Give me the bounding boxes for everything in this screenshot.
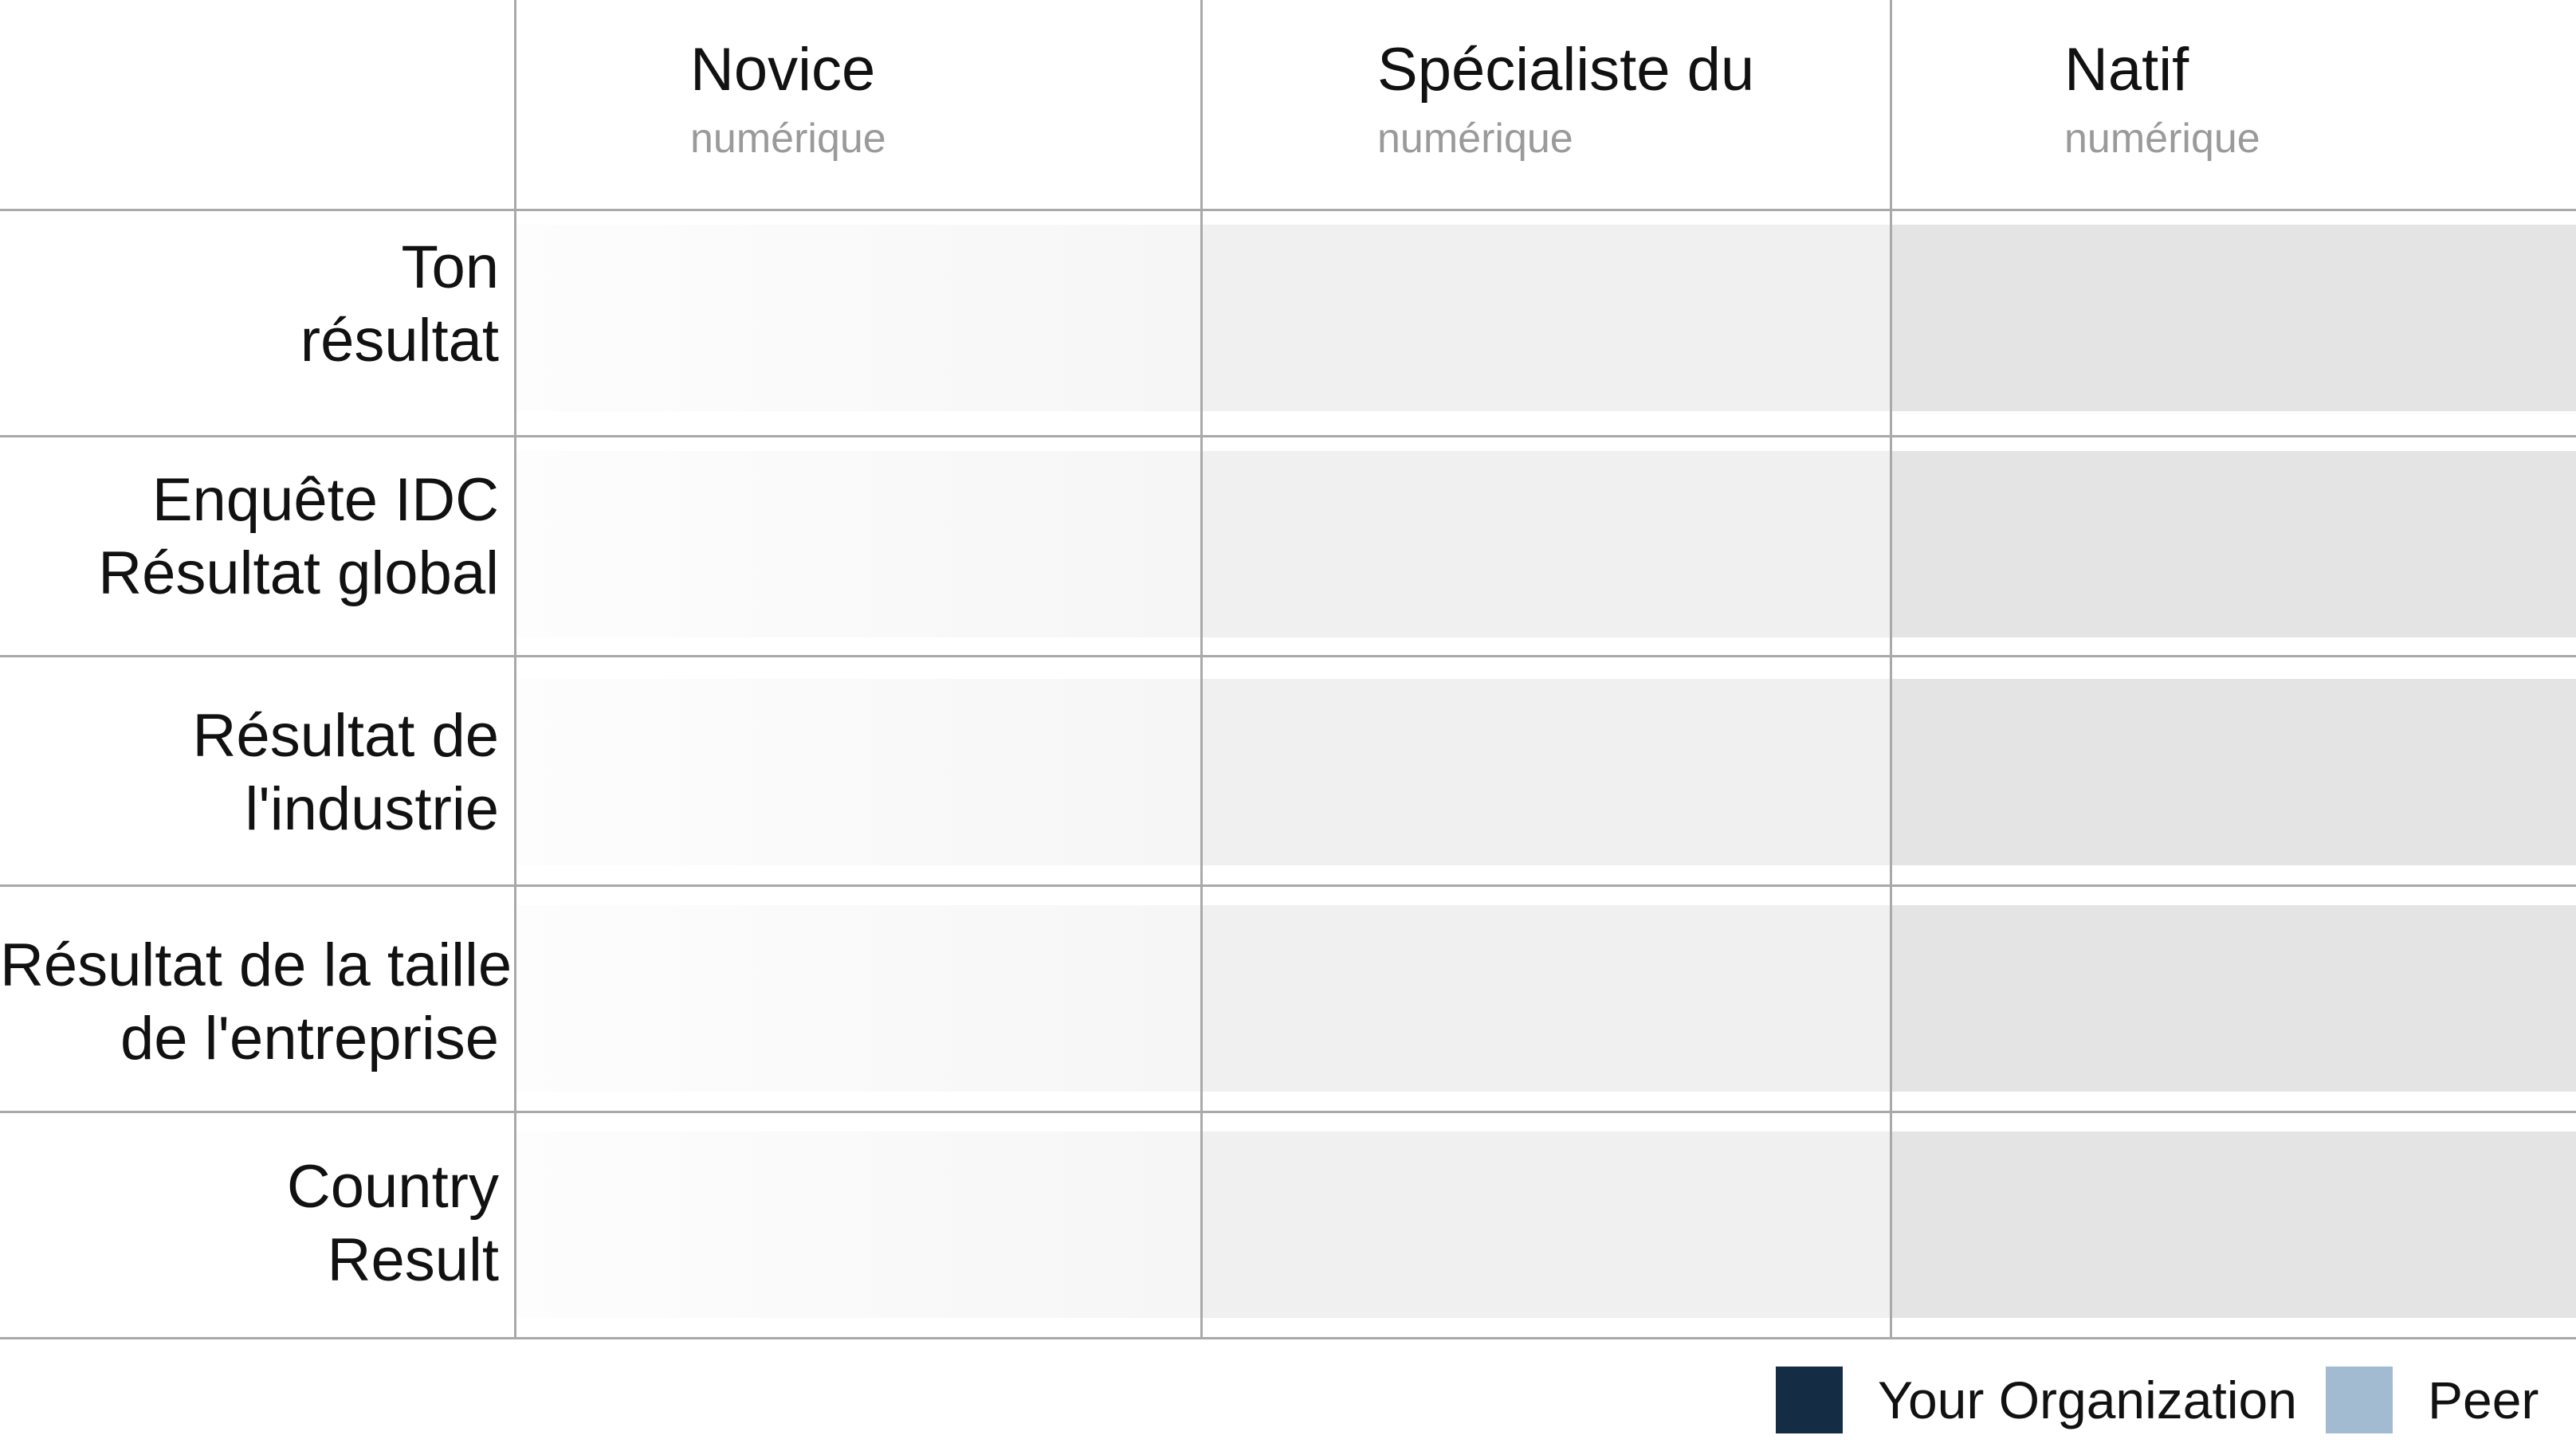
grid-line-horizontal [0, 655, 2576, 657]
row-label-country: Country Result [0, 1151, 499, 1297]
row-label-line: Résultat global [98, 539, 499, 607]
legend-label: Peer [2428, 1371, 2539, 1429]
row-label-line: de l'entreprise [120, 1005, 499, 1073]
row-label-company-size: Résultat de la taille de l'entreprise [0, 929, 512, 1076]
band-native-row-5 [1892, 1131, 2576, 1318]
band-specialist-row-5 [1203, 1131, 1890, 1318]
band-novice-row-4 [516, 905, 1200, 1092]
column-title: Natif [2064, 36, 2189, 104]
grid-line-horizontal [0, 435, 2576, 437]
column-subtitle: numérique [2064, 116, 2260, 162]
band-novice-row-1 [516, 225, 1200, 411]
row-label-line: résultat [300, 307, 499, 374]
column-header-native: Natif numérique [2064, 32, 2260, 191]
band-novice-row-5 [516, 1131, 1200, 1318]
legend-label: Your Organization [1878, 1371, 2297, 1429]
band-novice-row-3 [516, 679, 1200, 865]
band-specialist-row-4 [1203, 905, 1890, 1092]
column-title: Novice [690, 36, 876, 104]
grid-line-horizontal [0, 884, 2576, 887]
grid-line-horizontal [0, 1337, 2576, 1339]
row-label-line: Résultat de [192, 702, 499, 770]
row-label-line: Résultat de la taille [0, 931, 512, 999]
legend-swatch [1776, 1367, 1843, 1433]
column-subtitle: numérique [1377, 116, 1573, 162]
band-novice-row-2 [516, 451, 1200, 637]
column-header-novice: Novice numérique [690, 32, 886, 191]
row-label-line: Ton [401, 233, 499, 301]
row-label-line: Country [286, 1153, 499, 1221]
row-label-idc-survey: Enquête IDC Résultat global [0, 464, 499, 610]
column-subtitle: numérique [690, 116, 886, 162]
band-specialist-row-2 [1203, 451, 1890, 637]
grid-line-horizontal [0, 1111, 2576, 1113]
band-native-row-4 [1892, 905, 2576, 1092]
band-specialist-row-1 [1203, 225, 1890, 411]
band-specialist-row-3 [1203, 679, 1890, 865]
legend-swatch [2326, 1367, 2393, 1433]
column-header-specialist: Spécialiste du numérique [1377, 32, 1754, 191]
grid-line-vertical [514, 0, 516, 1339]
row-label-line: Result [327, 1226, 499, 1294]
grid-line-horizontal [0, 209, 2576, 211]
row-label-line: Enquête IDC [151, 466, 499, 534]
band-native-row-3 [1892, 679, 2576, 865]
legend-item-peer: Peer [2326, 1364, 2539, 1436]
maturity-chart: Novice numérique Spécialiste du numériqu… [0, 0, 2576, 1447]
grid-line-vertical [1890, 0, 1892, 1339]
row-label-industry: Résultat de l'industrie [0, 700, 499, 846]
legend-item-your-organization: Your Organization [1776, 1364, 2297, 1436]
row-label-your-result: Ton résultat [0, 231, 499, 378]
band-native-row-1 [1892, 225, 2576, 411]
band-native-row-2 [1892, 451, 2576, 637]
column-title: Spécialiste du [1377, 36, 1755, 104]
row-label-line: l'industrie [245, 775, 499, 843]
grid-line-vertical [1200, 0, 1203, 1339]
